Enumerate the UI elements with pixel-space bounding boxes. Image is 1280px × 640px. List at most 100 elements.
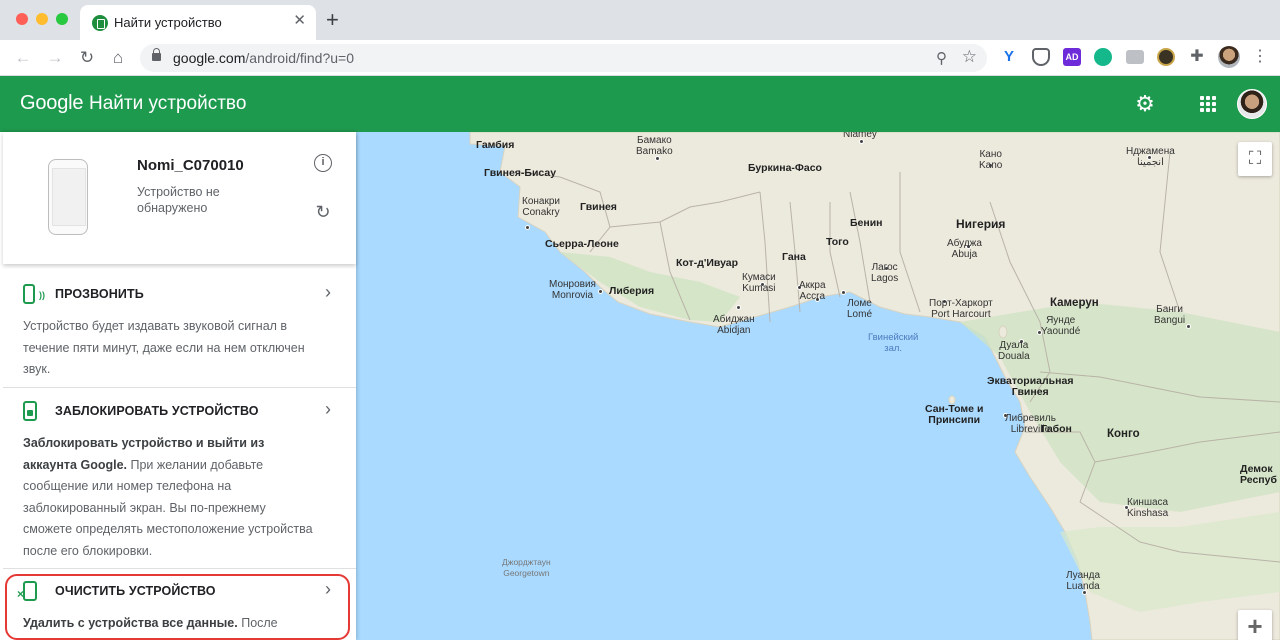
map-label: Киншаса Kinshasa — [1127, 497, 1169, 519]
device-card: Nomi_C070010 Устройство не обнаружено i … — [3, 132, 356, 264]
map-label: Нигерия — [956, 217, 1006, 231]
reload-icon[interactable]: ↻ — [75, 46, 99, 70]
lock-icon[interactable] — [152, 48, 161, 61]
url-domain: google.com — [173, 50, 246, 66]
browser-toolbar: ← → ↻ ⌂ google.com/android/find?u=0 ⚲ ☆ — [0, 40, 1280, 76]
map-label: Ломе Lomé — [847, 298, 873, 320]
map-label: Монровия Monrovia — [549, 279, 596, 301]
city-dot-bangui — [1186, 324, 1191, 329]
bioko-island — [998, 325, 1008, 339]
map-label: Аккра Accra — [799, 280, 826, 302]
map-zoom-in-button[interactable]: + — [1238, 610, 1272, 640]
city-dot-monrovia — [598, 289, 603, 294]
window-minimize-button[interactable] — [36, 13, 48, 25]
chevron-right-icon: › — [325, 282, 331, 302]
info-icon[interactable]: i — [314, 154, 332, 172]
map-label: Кумаси Kumasi — [742, 272, 776, 294]
keyboard-extension-icon[interactable] — [1126, 50, 1144, 64]
chevron-right-icon: › — [325, 579, 331, 599]
bookmark-star-icon[interactable]: ☆ — [962, 47, 977, 67]
home-icon[interactable]: ⌂ — [106, 46, 130, 70]
map-label: Абиджан Abidjan — [713, 314, 755, 336]
city-dot-conakry — [525, 225, 530, 230]
phone-ring-icon — [23, 284, 35, 304]
account-avatar[interactable] — [1237, 89, 1267, 119]
phone-lock-icon — [23, 401, 37, 421]
action-description-text: После — [237, 616, 278, 630]
device-name: Nomi_C070010 — [137, 157, 244, 174]
action-play-sound[interactable]: )) ПРОЗВОНИТЬ › Устройство будет издават… — [3, 272, 356, 388]
google-apps-grid-icon[interactable] — [1200, 96, 1216, 112]
browser-tab[interactable]: Найти устройство ✕ — [80, 5, 316, 40]
map-label: Того — [826, 236, 849, 248]
find-device-favicon-icon — [92, 15, 108, 31]
tab-title: Найти устройство — [114, 15, 222, 30]
phone-image-icon — [48, 159, 88, 235]
cube-extension-icon[interactable] — [1094, 48, 1112, 66]
map-label: Банги Bangui — [1154, 304, 1186, 326]
map-label: Дуала Douala — [998, 340, 1030, 362]
city-dot-lome — [841, 290, 846, 295]
sound-waves-icon: )) — [39, 290, 45, 300]
action-label: ОЧИСТИТЬ УСТРОЙСТВО — [55, 584, 216, 598]
action-erase-device[interactable]: × ОЧИСТИТЬ УСТРОЙСТВО › Удалить с устрой… — [3, 569, 356, 640]
map-label: Габон — [1041, 423, 1072, 435]
map-label: Конакри Conakry — [522, 196, 560, 218]
extensions-puzzle-icon[interactable]: ✚ — [1188, 48, 1206, 66]
window-zoom-button[interactable] — [56, 13, 68, 25]
map-label: Гвинея-Бисау — [484, 167, 557, 179]
map-label: Джорджтаун Georgetown — [502, 557, 551, 578]
app-header: Google Найти устройство ⚙ — [0, 76, 1280, 132]
map-label: Сьерра-Леоне — [545, 238, 619, 250]
app-title: Найти устройство — [89, 93, 247, 114]
city-dot-abidjan — [736, 305, 741, 310]
window-close-button[interactable] — [16, 13, 28, 25]
google-logo[interactable]: Google — [20, 92, 83, 115]
zoom-icon[interactable]: ⚲ — [936, 49, 947, 67]
forward-arrow-icon[interactable]: → — [43, 46, 67, 70]
map-label: Гвинейский зал. — [868, 332, 919, 354]
fullscreen-icon[interactable]: ⛶ — [1238, 142, 1272, 176]
browser-tab-strip: Найти устройство ✕ + — [0, 0, 1280, 40]
url-text[interactable]: google.com/android/find?u=0 — [173, 50, 354, 66]
refresh-icon[interactable]: ↻ — [313, 202, 333, 222]
action-description: Заблокировать устройство и выйти из акка… — [23, 433, 313, 562]
action-description-text: При желании добавьте сообщение или номер… — [23, 457, 313, 558]
map-label: Конго — [1107, 428, 1140, 440]
browser-profile-avatar[interactable] — [1218, 46, 1240, 68]
map-label: Гана — [782, 251, 806, 263]
map-label: Гвинея — [580, 201, 617, 213]
new-tab-icon[interactable]: + — [326, 9, 339, 31]
action-label: ПРОЗВОНИТЬ — [55, 287, 144, 301]
device-status: Устройство не обнаружено — [137, 185, 220, 215]
map-label: Сан-Томе и Принсипи — [925, 403, 984, 426]
map-label: Niamey — [843, 132, 877, 140]
map-label: Бамако Bamako — [636, 135, 673, 157]
map-label: Бенин — [850, 217, 883, 229]
yandex-extension-icon[interactable]: Y — [1000, 48, 1018, 66]
action-secure-device[interactable]: ЗАБЛОКИРОВАТЬ УСТРОЙСТВО › Заблокировать… — [3, 389, 356, 569]
map-label: Демок Респуб — [1240, 463, 1277, 486]
back-arrow-icon[interactable]: ← — [11, 46, 35, 70]
device-panel: Nomi_C070010 Устройство не обнаружено i … — [0, 132, 356, 640]
tab-close-icon[interactable]: ✕ — [293, 13, 306, 29]
browser-menu-icon[interactable]: ⋮ — [1252, 48, 1268, 66]
app-window: Найти устройство ✕ + ← → ↻ ⌂ google.com/… — [0, 0, 1280, 640]
map-label: Абуджа Abuja — [947, 238, 982, 260]
forest-zone-2 — [960, 302, 1280, 512]
chevron-right-icon: › — [325, 399, 331, 419]
map-label: Яунде Yaoundé — [1041, 315, 1081, 337]
circle-extension-icon[interactable] — [1157, 48, 1175, 66]
map-label: Гамбия — [476, 139, 515, 151]
pocket-extension-icon[interactable] — [1032, 48, 1050, 66]
map-label: Либерия — [609, 285, 655, 297]
settings-gear-icon[interactable]: ⚙ — [1134, 93, 1156, 115]
map-label: Луанда Luanda — [1066, 570, 1101, 592]
action-description: Удалить с устройства все данные. После — [23, 613, 313, 635]
map-label: Экваториальная Гвинея — [987, 375, 1074, 398]
map-label: Лагос Lagos — [871, 262, 899, 284]
address-bar[interactable]: google.com/android/find?u=0 ⚲ ☆ — [140, 44, 987, 72]
map-label: Кот-д'Ивуар — [676, 257, 739, 269]
ad-extension-icon[interactable]: AD — [1063, 48, 1081, 66]
action-label: ЗАБЛОКИРОВАТЬ УСТРОЙСТВО — [55, 404, 259, 418]
